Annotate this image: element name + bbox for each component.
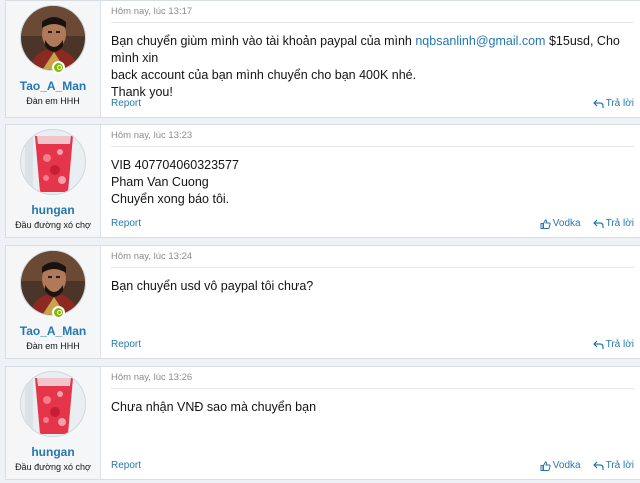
post-user-panel: Tao_A_Man Đàn em HHH [6, 1, 101, 117]
like-button[interactable]: Vodka [540, 218, 581, 229]
post-main: Hôm nay, lúc 13:24 Bạn chuyển usd vô pay… [101, 246, 640, 358]
post-timestamp[interactable]: Hôm nay, lúc 13:24 [111, 246, 634, 268]
like-label: Vodka [552, 218, 581, 229]
online-status-icon [52, 306, 65, 319]
post-body: Bạn chuyển giùm mình vào tài khoản paypa… [111, 23, 634, 101]
post-main: Hôm nay, lúc 13:17 Bạn chuyển giùm mình … [101, 1, 640, 117]
post: Tao_A_Man Đàn em HHH Hôm nay, lúc 13:17 … [5, 0, 640, 118]
reply-label: Trả lời [605, 339, 634, 350]
avatar[interactable] [20, 250, 86, 316]
post-user-panel: hungan Đầu đường xó chợ [6, 125, 101, 237]
reply-arrow-icon [592, 461, 604, 470]
post-body: Chưa nhận VNĐ sao mà chuyển bạn [111, 389, 634, 416]
user-title: Đàn em HHH [26, 341, 80, 351]
avatar[interactable] [20, 5, 86, 71]
like-button[interactable]: Vodka [540, 460, 581, 471]
post-line: Chưa nhận VNĐ sao mà chuyển bạn [111, 400, 317, 414]
post-timestamp[interactable]: Hôm nay, lúc 13:23 [111, 125, 634, 147]
post-user-panel: Tao_A_Man Đàn em HHH [6, 246, 101, 358]
reply-arrow-icon [592, 99, 604, 108]
post-main: Hôm nay, lúc 13:26 Chưa nhận VNĐ sao mà … [101, 367, 640, 479]
report-link[interactable]: Report [111, 460, 141, 471]
post-line: Chuyển xong báo tôi. [111, 192, 230, 206]
like-label: Vodka [552, 460, 581, 471]
username[interactable]: hungan [31, 203, 74, 217]
red-drink-image [21, 372, 85, 436]
post-line: Pham Van Cuong [111, 175, 209, 189]
report-link[interactable]: Report [111, 218, 141, 229]
username[interactable]: hungan [31, 445, 74, 459]
reply-button[interactable]: Trả lời [592, 218, 634, 229]
post-body: VIB 407704060323577 Pham Van Cuong Chuyể… [111, 147, 634, 208]
post-footer: Report Trả lời [111, 339, 634, 350]
user-title: Đàn em HHH [26, 96, 80, 106]
online-status-icon [52, 61, 65, 74]
report-link[interactable]: Report [111, 98, 141, 109]
avatar[interactable] [20, 371, 86, 437]
man-portrait-image [21, 251, 85, 315]
post: hungan Đầu đường xó chợ Hôm nay, lúc 13:… [5, 366, 640, 480]
reply-label: Trả lời [605, 98, 634, 109]
thumbs-up-icon [540, 218, 551, 229]
reply-label: Trả lời [605, 218, 634, 229]
username[interactable]: Tao_A_Man [20, 324, 86, 338]
username[interactable]: Tao_A_Man [20, 79, 86, 93]
avatar[interactable] [20, 129, 86, 195]
post: hungan Đầu đường xó chợ Hôm nay, lúc 13:… [5, 124, 640, 238]
post-timestamp[interactable]: Hôm nay, lúc 13:17 [111, 1, 634, 23]
post-line: back account của bạn mình chuyển cho bạn… [111, 68, 417, 82]
post-timestamp[interactable]: Hôm nay, lúc 13:26 [111, 367, 634, 389]
post-main: Hôm nay, lúc 13:23 VIB 407704060323577 P… [101, 125, 640, 237]
post-line: Bạn chuyển usd vô paypal tôi chưa? [111, 279, 314, 293]
user-title: Đầu đường xó chợ [15, 220, 91, 230]
post-body: Bạn chuyển usd vô paypal tôi chưa? [111, 268, 634, 295]
user-title: Đầu đường xó chợ [15, 462, 91, 472]
email-link[interactable]: nqbsanlinh@gmail.com [415, 34, 545, 48]
post-footer: Report Vodka Trả lời [111, 460, 634, 471]
reply-label: Trả lời [605, 460, 634, 471]
reply-button[interactable]: Trả lời [592, 460, 634, 471]
reply-arrow-icon [592, 340, 604, 349]
red-drink-image [21, 130, 85, 194]
reply-arrow-icon [592, 219, 604, 228]
reply-button[interactable]: Trả lời [592, 98, 634, 109]
thumbs-up-icon [540, 460, 551, 471]
post-user-panel: hungan Đầu đường xó chợ [6, 367, 101, 479]
post-footer: Report Vodka Trả lời [111, 218, 634, 229]
man-portrait-image [21, 6, 85, 70]
post: Tao_A_Man Đàn em HHH Hôm nay, lúc 13:24 … [5, 245, 640, 359]
reply-button[interactable]: Trả lời [592, 339, 634, 350]
post-text: Bạn chuyển giùm mình vào tài khoản paypa… [111, 34, 416, 48]
report-link[interactable]: Report [111, 339, 141, 350]
post-footer: Report Trả lời [111, 98, 634, 109]
post-line: Bạn chuyển giùm mình vào tài khoản paypa… [111, 33, 628, 67]
post-line: VIB 407704060323577 [111, 158, 239, 172]
